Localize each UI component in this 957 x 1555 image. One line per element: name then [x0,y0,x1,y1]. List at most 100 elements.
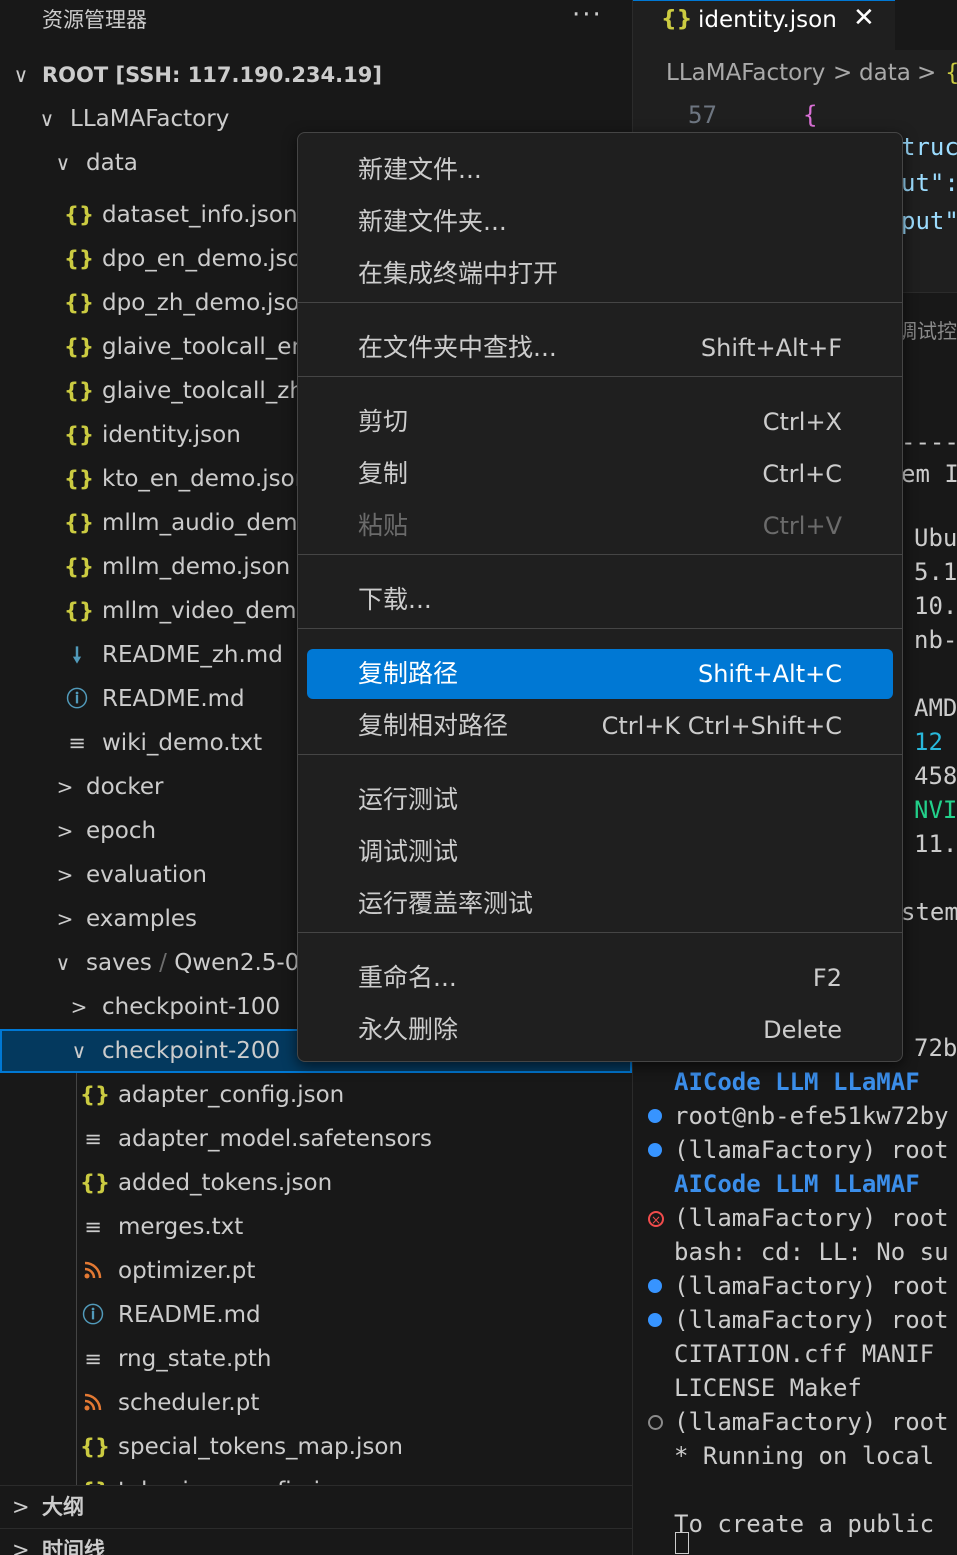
menu-item-label: 复制路径 [358,659,459,688]
saves-label: saves [86,950,152,976]
menu-item[interactable]: 运行测试 [307,775,893,825]
terminal-line: stem [901,898,957,926]
terminal-line: (llamaFactory) root [674,1204,949,1232]
outline-section[interactable]: > 大纲 [0,1485,632,1528]
menu-separator [298,932,902,933]
tab-label: identity.json [698,7,837,33]
tree-file[interactable]: ⓘ README.md [0,1293,632,1337]
breadcrumb-item[interactable]: { [945,60,957,86]
close-icon[interactable]: ✕ [853,3,875,33]
file-label: README.md [118,1302,261,1328]
menu-item[interactable]: 重命名... F2 [307,953,893,1003]
terminal-prompt-path: AICode LLM LLaMAF [674,1170,920,1198]
braces-icon: {} [64,423,94,447]
more-actions-icon[interactable]: ··· [572,0,603,30]
menu-item-label: 复制 [358,459,409,488]
chevron-down-icon: ∨ [55,951,71,975]
braces-icon: {} [64,291,94,315]
file-label: README_zh.md [102,642,283,668]
timeline-section[interactable]: > 时间线 [0,1528,632,1555]
line-number: 57 [688,101,717,129]
panel-tab-debug-console[interactable]: 调试控 [897,315,957,344]
file-label: merges.txt [118,1214,244,1240]
timeline-label: 时间线 [42,1538,105,1555]
braces-icon: {} [64,467,94,491]
menu-item[interactable]: 新建文件... [307,145,893,195]
rss-icon [80,1249,106,1294]
menu-item[interactable]: 复制路径 Shift+Alt+C [307,649,893,699]
command-decoration-icon[interactable] [648,1279,662,1293]
file-label: scheduler.pt [118,1390,260,1416]
menu-item-label: 新建文件夹... [358,207,507,236]
tab-bar: {} identity.json ✕ [633,0,957,51]
menu-item: 粘贴 Ctrl+V [307,501,893,551]
tree-root[interactable]: ∨ ROOT [SSH: 117.190.234.19] [0,53,632,97]
braces-icon: {} [80,1435,110,1459]
file-label: adapter_config.json [118,1082,345,1108]
download-arrow-icon: 🠗 [72,643,82,667]
tree-file[interactable]: optimizer.pt [0,1249,632,1293]
chevron-right-icon: > [70,995,88,1019]
tree-file[interactable]: {} added_tokens.json [0,1161,632,1205]
code-text: { [803,101,818,129]
folder-label: docker [86,774,164,800]
chevron-right-icon: > [12,1495,30,1519]
explorer-header: 资源管理器 ··· [0,0,632,38]
tree-file[interactable]: ≡ merges.txt [0,1205,632,1249]
breadcrumb-item[interactable]: LLaMAFactory [666,60,825,86]
file-label: mllm_demo.json [102,554,291,580]
chevron-right-icon: > [56,907,74,931]
terminal-line: 10. [914,592,957,620]
menu-item-shortcut: Delete [763,1016,842,1044]
menu-item[interactable]: 调试测试 [307,827,893,877]
tree-file[interactable]: ≡ rng_state.pth [0,1337,632,1381]
menu-item-shortcut: Ctrl+K Ctrl+Shift+C [601,712,842,740]
braces-icon: {} [661,7,693,32]
chevron-right-icon: > [56,819,74,843]
breadcrumb: LLaMAFactory > data > { [633,56,957,96]
file-label: README.md [102,686,245,712]
tab-identity-json[interactable]: {} identity.json ✕ [633,0,895,51]
chevron-down-icon: ∨ [13,63,29,87]
command-decoration-icon[interactable] [648,1143,662,1157]
tree-file[interactable]: {} special_tokens_map.json [0,1425,632,1469]
command-decoration-icon[interactable] [648,1313,662,1327]
menu-item[interactable]: 运行覆盖率测试 [307,879,893,929]
menu-item[interactable]: 永久删除 Delete [307,1005,893,1055]
breadcrumb-item[interactable]: data [859,60,911,86]
menu-separator [298,754,902,755]
menu-item[interactable]: 新建文件夹... [307,197,893,247]
tree-file[interactable]: {} adapter_config.json [0,1073,632,1117]
menu-item[interactable]: 复制相对路径 Ctrl+K Ctrl+Shift+C [307,701,893,751]
braces-icon: {} [64,555,94,579]
tree-file[interactable]: ≡ adapter_model.safetensors [0,1117,632,1161]
file-label: added_tokens.json [118,1170,333,1196]
menu-item-label: 新建文件... [358,155,482,184]
menu-item-label: 粘贴 [358,511,409,540]
tree-file[interactable]: scheduler.pt [0,1381,632,1425]
menu-item-label: 运行测试 [358,785,459,814]
menu-item-label: 下载... [358,585,432,614]
file-label: identity.json [102,422,241,448]
menu-item-label: 在文件夹中查找... [358,333,557,362]
menu-item[interactable]: 在文件夹中查找... Shift+Alt+F [307,323,893,373]
file-label: optimizer.pt [118,1258,256,1284]
braces-icon: {} [64,335,94,359]
terminal-cursor [675,1532,689,1554]
chevron-down-icon: ∨ [39,107,55,131]
menu-item[interactable]: 在集成终端中打开 [307,249,893,299]
lines-icon: ≡ [84,1347,102,1371]
menu-item-shortcut: F2 [812,964,842,992]
menu-item-shortcut: Shift+Alt+F [700,334,842,362]
command-decoration-icon[interactable] [648,1415,663,1430]
root-label: ROOT [SSH: 117.190.234.19] [42,63,382,87]
menu-item[interactable]: 剪切 Ctrl+X [307,397,893,447]
command-decoration-icon[interactable] [648,1109,662,1123]
menu-item[interactable]: 复制 Ctrl+C [307,449,893,499]
terminal-line: Ubu [914,524,957,552]
terminal-line: ---- [901,428,957,456]
menu-item-label: 复制相对路径 [358,711,509,740]
menu-item[interactable]: 下载... [307,575,893,625]
terminal-line: * Running on local [674,1442,935,1470]
error-decoration-icon[interactable]: × [648,1211,664,1227]
